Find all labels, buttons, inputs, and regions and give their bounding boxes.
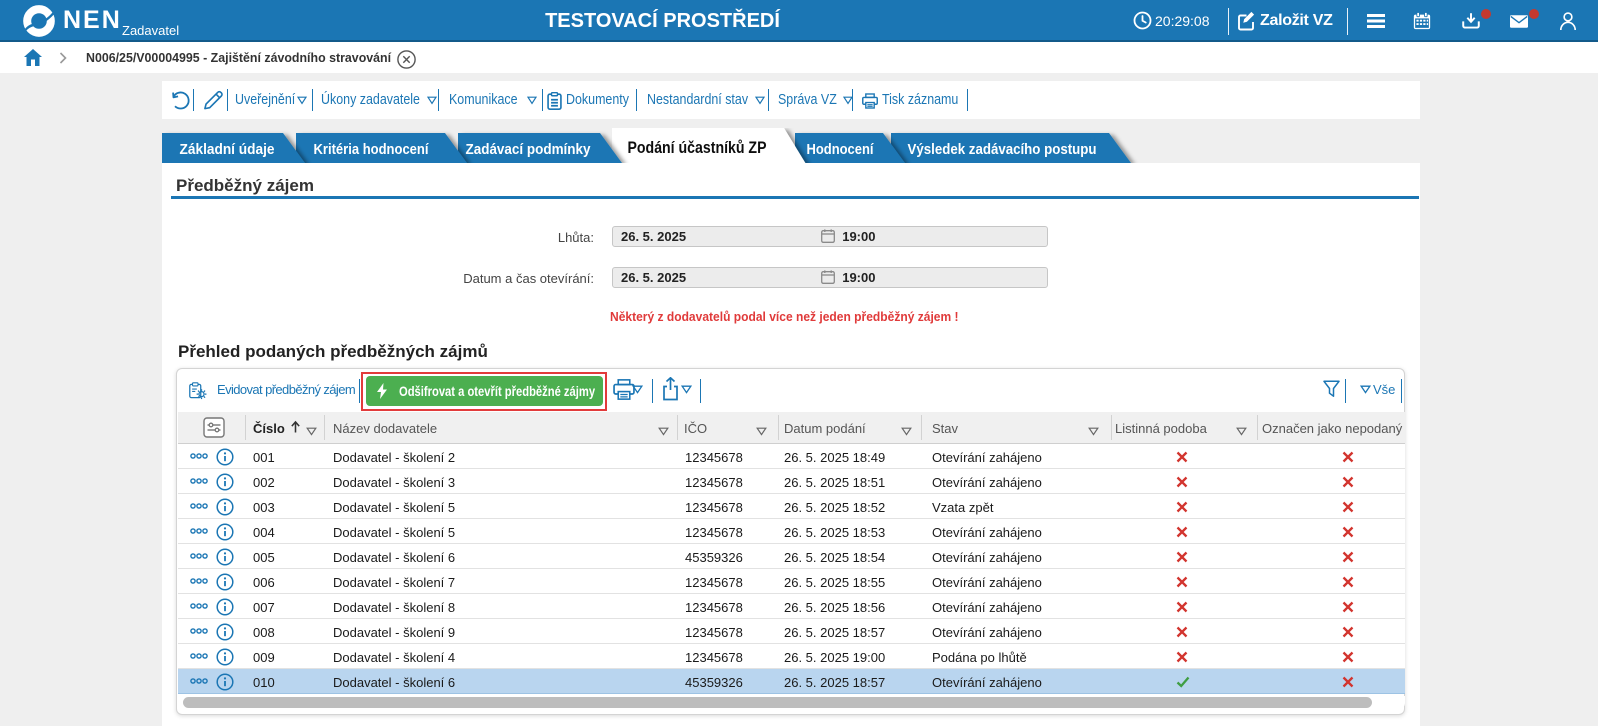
svg-text:Kritéria hodnocení: Kritéria hodnocení [314,141,430,158]
svg-text:Výsledek zadávacího postupu: Výsledek zadávacího postupu [908,141,1097,158]
svg-text:Hodnocení: Hodnocení [807,141,875,158]
svg-text:Podání účastníků ZP: Podání účastníků ZP [628,139,767,157]
svg-text:Zadávací podmínky: Zadávací podmínky [466,141,592,158]
svg-text:Základní údaje: Základní údaje [180,141,275,158]
